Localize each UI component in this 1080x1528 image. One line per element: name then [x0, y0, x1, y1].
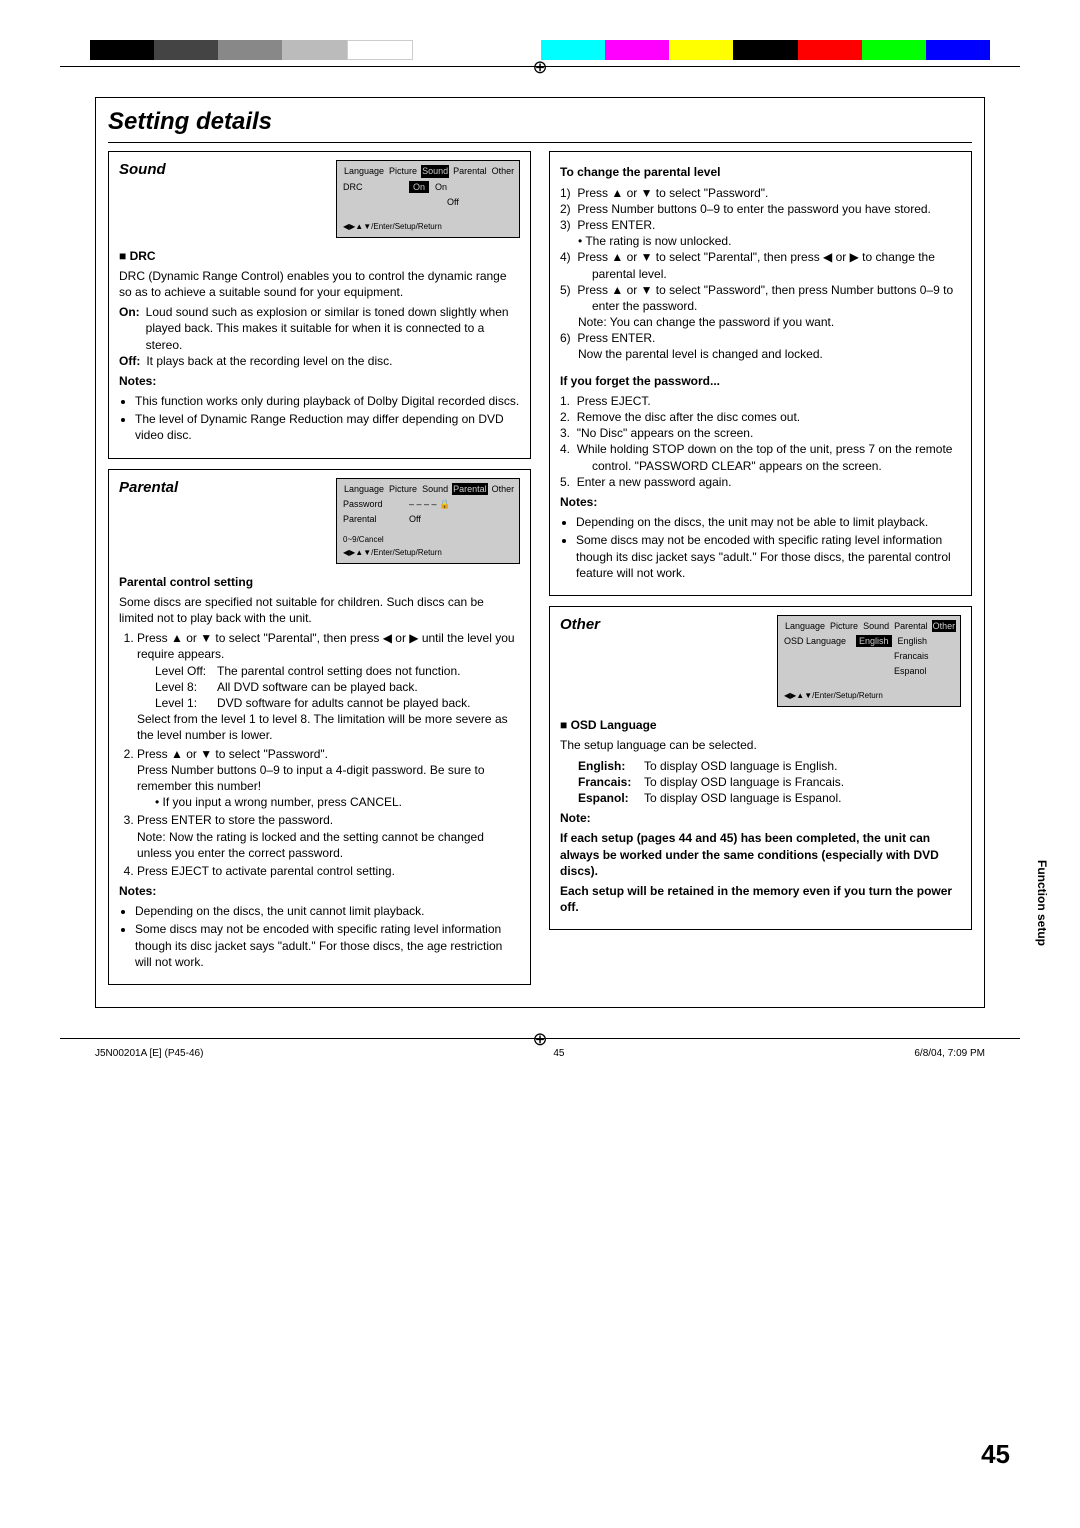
registration-mark-icon: ⊕ [532, 55, 547, 79]
pcs-head: Parental control setting [119, 575, 253, 589]
registration-line-bottom: ⊕ [60, 1038, 1020, 1039]
page-title: Setting details [108, 106, 972, 138]
parental-heading: Parental [119, 478, 178, 498]
other-heading: Other [560, 615, 600, 635]
other-section: Other Language Picture Sound Parental Ot… [549, 606, 972, 930]
content-frame: Setting details Sound Language Picture S… [95, 97, 985, 1008]
left-column: Sound Language Picture Sound Parental Ot… [108, 151, 531, 995]
sound-section: Sound Language Picture Sound Parental Ot… [108, 151, 531, 458]
parental-steps: Press ▲ or ▼ to select "Parental", then … [119, 630, 520, 879]
side-tab: Function setup [1034, 860, 1050, 946]
parental-section: Parental Language Picture Sound Parental… [108, 469, 531, 985]
other-osd: Language Picture Sound Parental Other OS… [777, 615, 961, 707]
parental-osd: Language Picture Sound Parental Other Pa… [336, 478, 520, 564]
title-rule [108, 142, 972, 143]
registration-line: ⊕ [60, 66, 1020, 67]
sound-osd: Language Picture Sound Parental Other DR… [336, 160, 520, 237]
drc-body: DRC (Dynamic Range Control) enables you … [119, 268, 520, 300]
change-level-section: To change the parental level 1) Press ▲ … [549, 151, 972, 596]
registration-mark-icon: ⊕ [532, 1027, 547, 1051]
right-column: To change the parental level 1) Press ▲ … [549, 151, 972, 995]
page-number: 45 [981, 1437, 1010, 1472]
manual-page: ⊕ Setting details Sound Language Picture [0, 0, 1080, 1528]
drc-subhead: ■ DRC [119, 249, 156, 263]
sound-heading: Sound [119, 160, 166, 180]
